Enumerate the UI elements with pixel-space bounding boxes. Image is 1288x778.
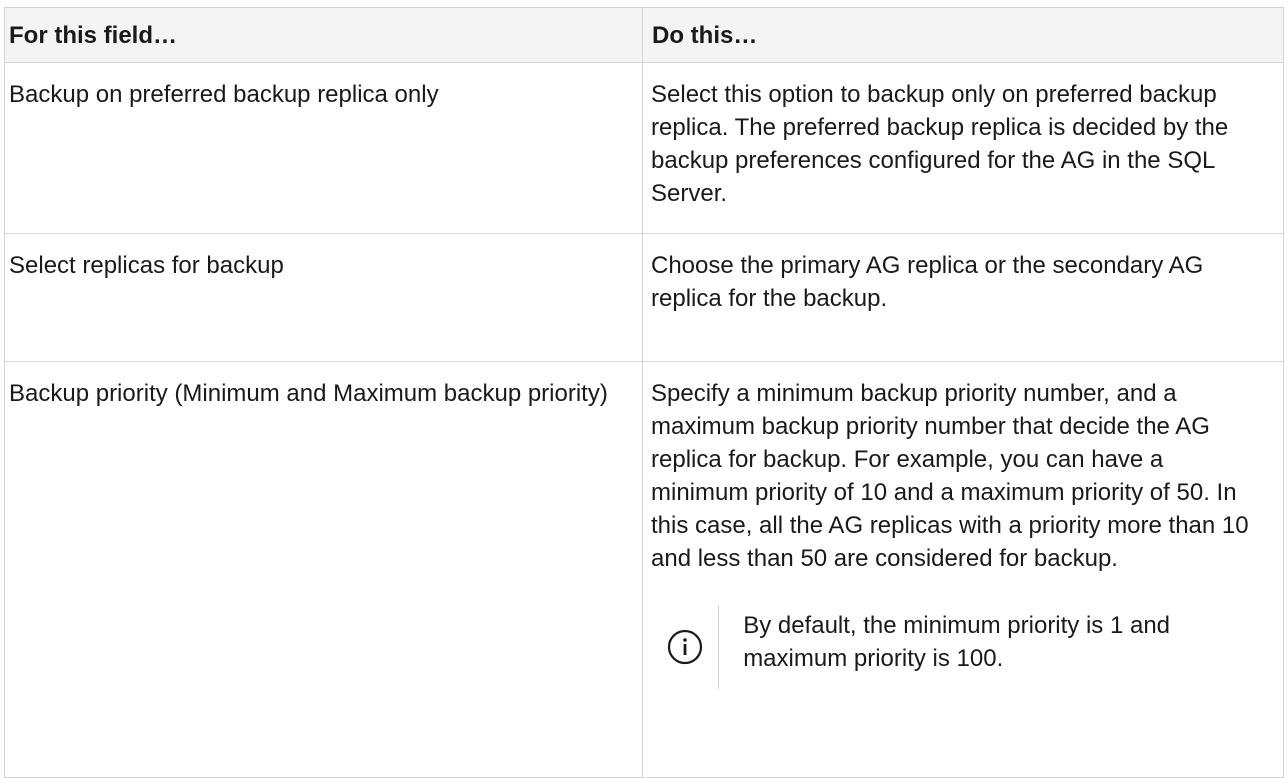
action-text: Specify a minimum backup priority number… — [651, 380, 1249, 572]
action-cell: Select this option to backup only on pre… — [642, 62, 1284, 234]
field-cell: Backup on preferred backup replica only — [4, 62, 643, 234]
field-cell: Backup priority (Minimum and Maximum bac… — [4, 361, 643, 778]
table-row: Backup on preferred backup replica only … — [4, 62, 1284, 234]
note-admonition: By default, the minimum priority is 1 an… — [651, 605, 1261, 689]
action-cell: Specify a minimum backup priority number… — [642, 361, 1284, 778]
table-row: Backup priority (Minimum and Maximum bac… — [4, 361, 1284, 778]
table-row: Select replicas for backup Choose the pr… — [4, 233, 1284, 362]
action-cell: Choose the primary AG replica or the sec… — [642, 233, 1284, 362]
table-header-row: For this field… Do this… — [4, 7, 1284, 63]
note-text: By default, the minimum priority is 1 an… — [718, 605, 1261, 689]
field-cell: Select replicas for backup — [4, 233, 643, 362]
header-action: Do this… — [642, 7, 1284, 63]
info-icon — [651, 605, 718, 689]
field-description-table: For this field… Do this… Backup on prefe… — [4, 7, 1284, 778]
header-field: For this field… — [4, 7, 643, 63]
